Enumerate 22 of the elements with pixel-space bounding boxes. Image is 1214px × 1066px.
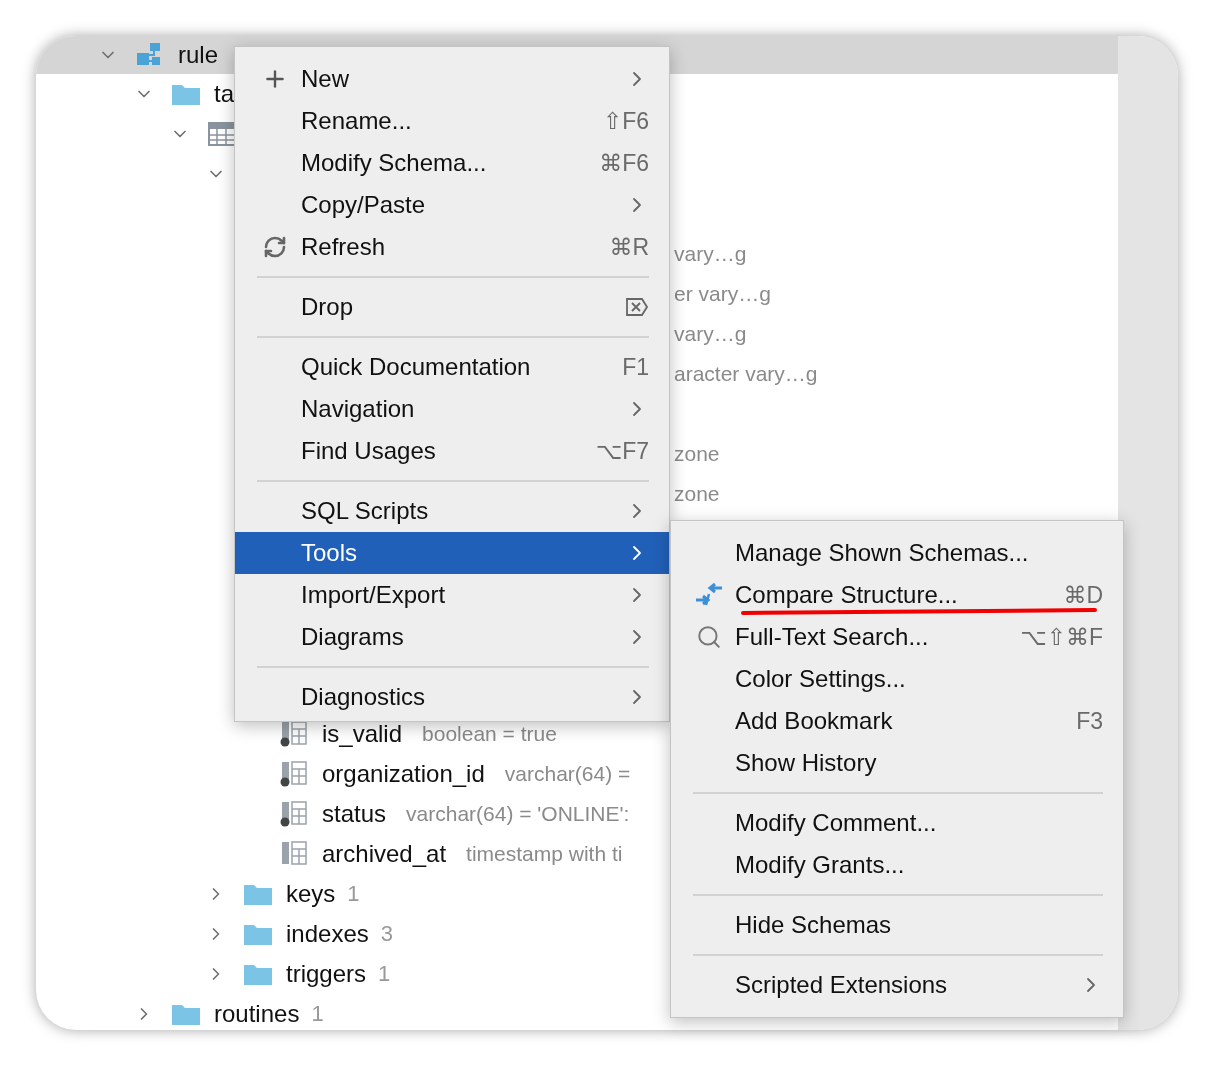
item-count: 1 (378, 961, 391, 987)
shortcut-label: F1 (622, 353, 649, 381)
item-count: 3 (380, 921, 393, 947)
item-count: 1 (347, 881, 360, 907)
shortcut-label: ⌥⇧⌘F (1020, 623, 1103, 651)
column-type: timestamp with ti (466, 842, 623, 866)
column-type: boolean = true (422, 722, 557, 746)
shortcut-label: ⌘D (1063, 581, 1103, 609)
column-type: zone (674, 482, 720, 506)
shortcut-label: ⌘F6 (599, 149, 649, 177)
item-count: 1 (311, 1001, 324, 1027)
column-type: zone (674, 442, 720, 466)
column-type: vary…g (674, 322, 747, 346)
shortcut-label: ⌥F7 (595, 437, 649, 465)
column-type: varchar(64) = (504, 762, 631, 786)
column-type: varchar(64) = 'ONLINE': (406, 802, 630, 826)
shortcut-label: F3 (1076, 707, 1103, 735)
column-type: vary…g (674, 242, 747, 266)
column-type: er vary…g (674, 282, 771, 306)
shortcut-label: ⌘R (609, 233, 649, 261)
shortcut-label: ⇧F6 (602, 107, 649, 135)
column-type: aracter vary…g (674, 362, 818, 386)
